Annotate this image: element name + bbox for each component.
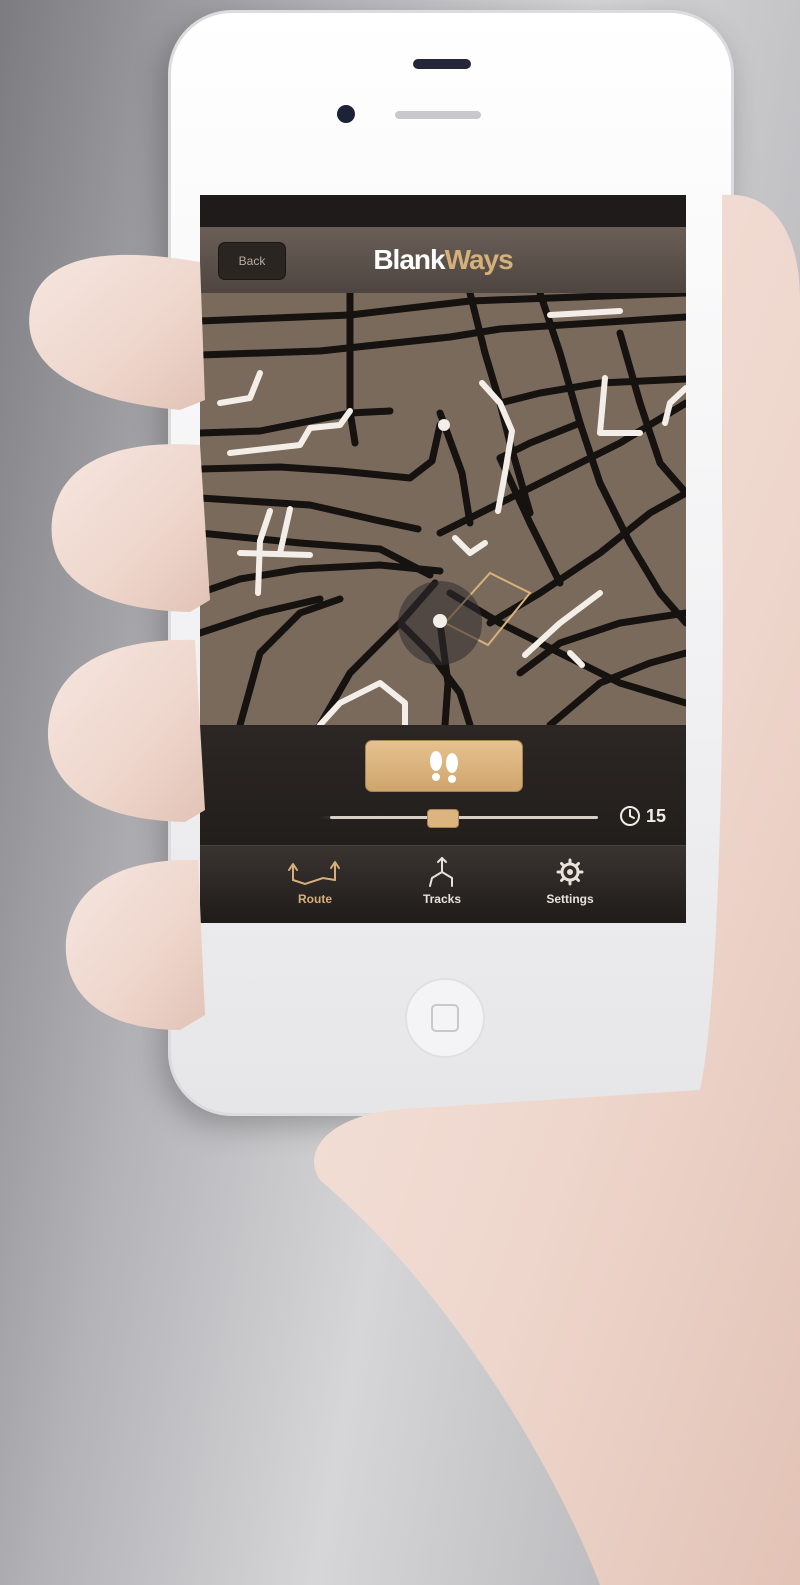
map-canvas [200,293,686,725]
back-button[interactable]: Back [218,242,286,280]
tab-settings-label: Settings [546,892,594,906]
duration-slider-track[interactable] [330,816,598,819]
walk-button[interactable] [365,740,523,792]
app-title-part1: Blank [373,244,445,275]
front-camera [337,105,355,123]
app-screen: BlankWays Back 15 Route Tracks Settings [200,195,686,923]
app-title-part2: Ways [444,244,514,275]
home-square-icon [431,1004,459,1032]
tab-tracks-label: Tracks [422,892,462,906]
current-location-icon [433,614,447,628]
walked-street [237,550,313,558]
control-panel: 15 [200,725,686,845]
footprints-icon [430,751,458,783]
walked-street [547,308,623,318]
tab-route-label: Route [298,892,332,906]
route-icon [288,861,340,886]
navigation-bar: BlankWays Back [200,227,686,294]
street-map[interactable] [200,293,686,725]
tab-settings[interactable]: Settings [515,856,625,920]
duration-minutes: 15 [646,806,667,826]
tracks-icon [429,857,453,887]
status-bar [200,195,686,227]
gear-icon [556,858,584,886]
tab-route[interactable]: Route [260,856,370,920]
clock-icon [620,806,640,826]
speaker-grille [413,59,471,69]
scene: BlankWays Back 15 Route Tracks Settings [0,0,800,1585]
home-button[interactable] [405,978,485,1058]
duration-slider-thumb[interactable] [427,809,459,828]
route-start-marker [438,419,450,431]
earpiece [395,111,481,119]
tab-tracks[interactable]: Tracks [387,856,497,920]
tab-bar: Route Tracks Settings [200,845,686,923]
